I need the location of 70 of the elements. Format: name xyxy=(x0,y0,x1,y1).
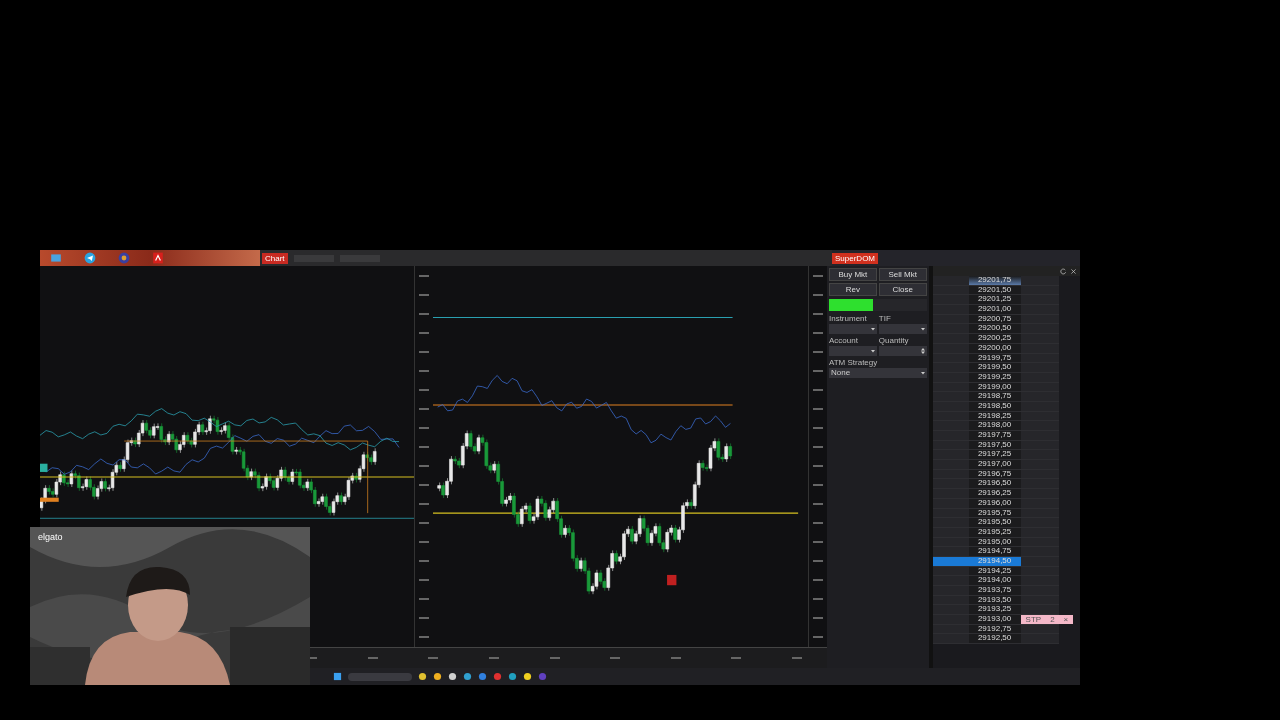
paper-plane-icon[interactable] xyxy=(84,252,96,264)
pdf-icon[interactable] xyxy=(152,252,164,264)
window-title: SuperDOM xyxy=(832,252,878,264)
volume-marker xyxy=(40,463,48,472)
price-cell[interactable]: 29195,50 xyxy=(968,518,1021,527)
price-cell[interactable]: 29198,00 xyxy=(968,421,1021,430)
price-cell[interactable]: 29198,25 xyxy=(968,411,1021,421)
price-cell[interactable]: 29198,75 xyxy=(968,392,1021,401)
order-button[interactable]: Buy Mkt xyxy=(828,268,877,281)
price-cell[interactable]: 29198,50 xyxy=(968,401,1021,411)
close-icon[interactable] xyxy=(1070,267,1077,275)
order-button[interactable]: Rev xyxy=(828,283,877,296)
field-label: Instrument xyxy=(828,314,868,323)
price-cell[interactable]: 29199,00 xyxy=(968,382,1021,392)
search-field[interactable] xyxy=(348,672,412,681)
price-cell[interactable]: 29201,75 xyxy=(968,276,1021,285)
price-cell[interactable]: 29195,75 xyxy=(968,508,1021,518)
price-cell[interactable]: 29194,25 xyxy=(968,566,1021,576)
price-cell[interactable]: 29194,75 xyxy=(968,547,1021,556)
dropdown[interactable]: None xyxy=(828,368,927,378)
order-quantity: 2 xyxy=(1050,614,1055,624)
price-cell[interactable]: 29196,75 xyxy=(968,469,1021,479)
price-cell[interactable]: 29197,00 xyxy=(968,460,1021,469)
price-cell[interactable]: 29197,50 xyxy=(968,440,1021,450)
spinner-arrows-icon[interactable] xyxy=(919,347,926,355)
caret-icon[interactable] xyxy=(919,369,926,377)
price-cell[interactable]: 29192,75 xyxy=(968,624,1021,634)
price-cell[interactable]: 29193,75 xyxy=(968,586,1021,595)
price-cell[interactable]: 29193,00 xyxy=(968,615,1021,624)
field-label: Quantity xyxy=(878,336,910,345)
field-label: Account xyxy=(828,336,859,345)
price-cell[interactable]: 29201,25 xyxy=(968,295,1021,305)
camera-brand-label: elgato xyxy=(38,532,63,542)
price-cell[interactable]: 29200,00 xyxy=(968,343,1021,353)
caret-icon[interactable] xyxy=(869,347,876,355)
caret-icon[interactable] xyxy=(919,325,926,333)
price-cell[interactable]: 29195,25 xyxy=(968,527,1021,537)
price-cell[interactable]: 29196,50 xyxy=(968,479,1021,489)
price-cell[interactable]: 29199,75 xyxy=(968,353,1021,363)
price-cell[interactable]: 29201,00 xyxy=(968,305,1021,314)
refresh-icon[interactable] xyxy=(1060,267,1067,275)
price-cell[interactable]: 29197,75 xyxy=(968,431,1021,440)
price-cell[interactable]: 29201,50 xyxy=(968,285,1021,295)
field-label: ATM Strategy xyxy=(828,358,879,367)
volume-marker xyxy=(40,497,59,502)
price-cell[interactable]: 29196,00 xyxy=(968,498,1021,508)
order-button[interactable]: Sell Mkt xyxy=(878,268,927,281)
price-cell[interactable]: 29199,25 xyxy=(968,372,1021,382)
field-label: TIF xyxy=(878,314,892,323)
chart-tab[interactable]: Chart xyxy=(262,252,288,264)
order-marker xyxy=(667,574,677,586)
badge-icon[interactable] xyxy=(118,252,130,264)
spinner-field[interactable] xyxy=(878,346,927,356)
caret-icon[interactable] xyxy=(869,325,876,333)
price-cell[interactable]: 29193,25 xyxy=(968,605,1021,615)
cancel-order-button[interactable]: × xyxy=(1063,614,1069,624)
price-cell[interactable]: 29196,25 xyxy=(968,489,1021,498)
price-cell[interactable]: 29197,25 xyxy=(968,450,1021,460)
price-cell[interactable]: 29193,50 xyxy=(968,595,1021,605)
price-cell[interactable]: 29192,50 xyxy=(968,634,1021,644)
order-type: STP xyxy=(1025,614,1042,624)
price-cell[interactable]: 29200,25 xyxy=(968,334,1021,343)
order-button[interactable]: Close xyxy=(878,283,927,296)
price-cell[interactable]: 29199,50 xyxy=(968,363,1021,372)
stop-order-tag[interactable]: STP 2 × xyxy=(1020,615,1073,624)
price-cell[interactable]: 29195,00 xyxy=(968,537,1021,547)
price-cell[interactable]: 29200,50 xyxy=(968,324,1021,334)
price-cell[interactable]: 29200,75 xyxy=(968,314,1021,324)
start-icon[interactable] xyxy=(333,672,342,681)
price-cell[interactable]: 29194,00 xyxy=(968,576,1021,585)
